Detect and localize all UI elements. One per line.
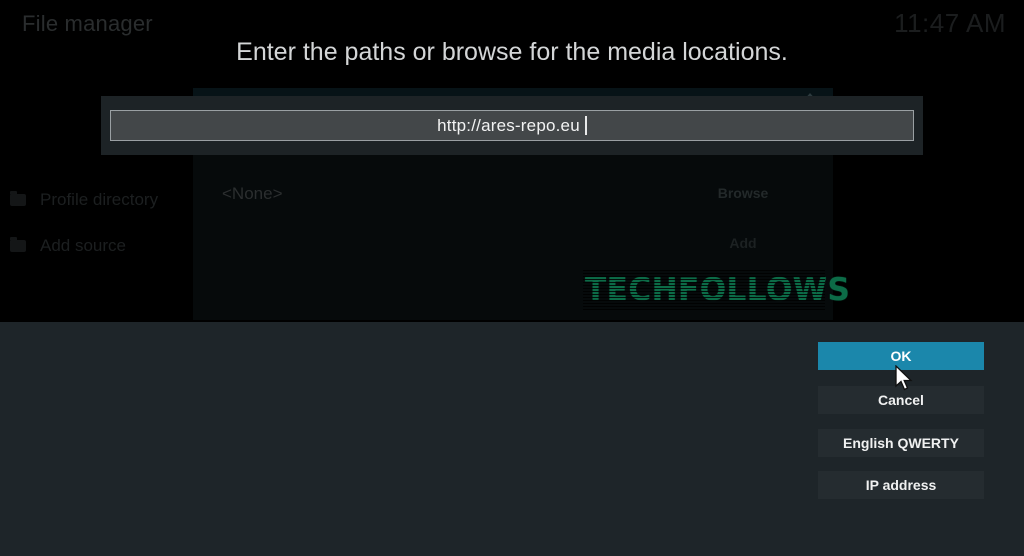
keyboard-heading: Enter the paths or browse for the media …	[236, 38, 788, 66]
ok-button[interactable]: OK	[818, 342, 984, 370]
kodi-screen: File manager 11:47 AM Profile directory …	[0, 0, 1024, 556]
browse-button[interactable]: Browse	[653, 176, 833, 210]
add-button[interactable]: Add	[653, 226, 833, 260]
cancel-button[interactable]: Cancel	[818, 386, 984, 414]
list-item[interactable]: Add source	[10, 232, 126, 260]
window-title: File manager	[22, 11, 153, 36]
folder-icon	[10, 191, 26, 206]
watermark-techfollows: TECHFOLLOWS	[585, 272, 851, 308]
list-item[interactable]: Profile directory	[10, 186, 158, 214]
source-path-value: <None>	[222, 184, 283, 203]
ip-address-button[interactable]: IP address	[818, 471, 984, 499]
file-manager-left-pane: Profile directory Add source	[0, 160, 195, 320]
clock: 11:47 AM	[894, 8, 1006, 38]
list-item-label: Profile directory	[40, 190, 159, 209]
keyboard-layout-button[interactable]: English QWERTY	[818, 429, 984, 457]
list-item-label: Add source	[40, 236, 126, 255]
keyboard-text-input[interactable]: http://ares-repo.eu	[110, 110, 914, 141]
folder-icon	[10, 237, 26, 252]
keyboard-input-value: http://ares-repo.eu	[437, 116, 580, 135]
text-caret	[584, 116, 587, 135]
